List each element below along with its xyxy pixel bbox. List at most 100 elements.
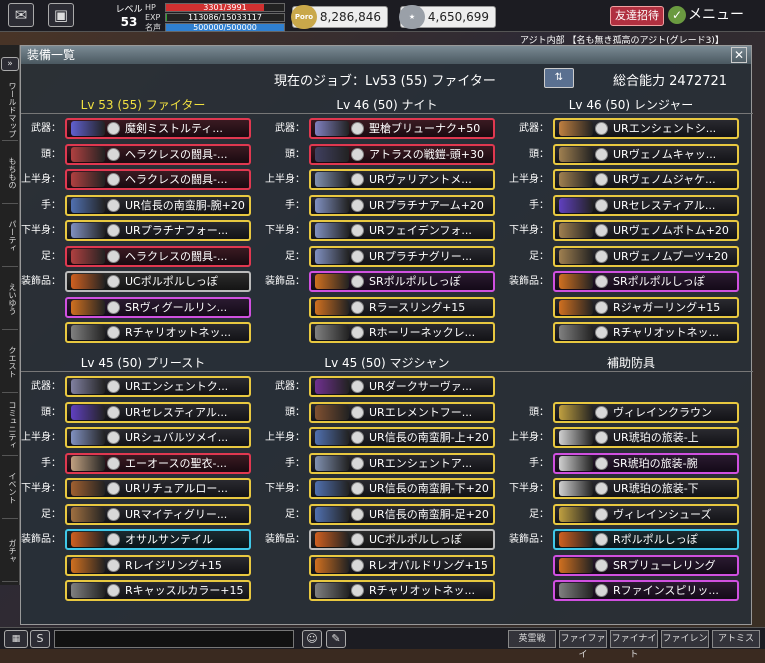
wrench-icon[interactable]: ✎ xyxy=(326,630,346,648)
gear-icon xyxy=(351,147,364,161)
equip-item[interactable]: ヴィレインシューズ xyxy=(553,503,739,525)
bottom-tab-button[interactable]: ファイファイ xyxy=(559,630,607,660)
chat-input[interactable] xyxy=(54,630,294,648)
bottom-tab-button[interactable]: ファイレン xyxy=(661,630,709,648)
bottom-tab-button[interactable]: アトミス xyxy=(712,630,760,648)
equip-item[interactable]: URヴァリアントメ... xyxy=(309,169,495,190)
equip-item[interactable]: UR琥珀の旅装-下 xyxy=(553,478,739,499)
fame-label: 名声 xyxy=(145,23,161,32)
slot-label: 手： xyxy=(41,457,61,469)
equip-item[interactable]: URプラチナアーム+20 xyxy=(309,194,495,216)
slot-label: 足： xyxy=(529,250,549,262)
equip-item[interactable]: URマイティグリー... xyxy=(65,503,251,525)
expand-icon[interactable]: » xyxy=(1,57,19,71)
sidebar-tab[interactable]: パーティ xyxy=(2,205,18,267)
equip-item[interactable]: SR琥珀の旅装-腕 xyxy=(553,452,739,474)
equip-item[interactable]: UR信長の南蛮胴-上+20 xyxy=(309,427,495,448)
equip-item[interactable]: 魔剣ミストルティ... xyxy=(65,118,251,139)
equip-item[interactable]: SRヴィグールリン... xyxy=(65,296,251,318)
equip-item[interactable]: Rラースリング+15 xyxy=(309,296,495,318)
equip-item[interactable]: URエレメントフー... xyxy=(309,401,495,423)
equip-item[interactable]: ヴィレインクラウン xyxy=(553,401,739,423)
equip-item[interactable]: UR信長の南蛮胴-足+20 xyxy=(309,503,495,525)
equip-row: 上半身： URヴァリアントメ... xyxy=(265,169,509,191)
equip-item[interactable]: URヴェノムジャケ... xyxy=(553,169,739,190)
equip-item[interactable]: SRブリューレリング xyxy=(553,554,739,576)
invite-friend-button[interactable]: 友達招待 xyxy=(610,6,664,26)
equip-row: 武器： URダークサーヴァ... xyxy=(265,376,509,398)
equip-item[interactable]: アトラスの戦鎧-頭+30 xyxy=(309,143,495,165)
item-name: URセレスティアル... xyxy=(125,405,228,419)
menu-button[interactable]: ✓ メニュー xyxy=(668,4,760,26)
equip-item[interactable]: UCポルポルしっぽ xyxy=(309,529,495,550)
slot-label: 足： xyxy=(41,250,61,262)
item-icon xyxy=(71,506,105,522)
check-icon: ✓ xyxy=(668,6,686,24)
equip-item[interactable]: SRポルポルしっぽ xyxy=(309,271,495,292)
equip-item[interactable]: ヘラクレスの闘具-... xyxy=(65,143,251,165)
gear-icon xyxy=(107,198,120,212)
close-icon[interactable]: ✕ xyxy=(731,47,747,63)
equip-item[interactable]: URセレスティアル... xyxy=(553,194,739,216)
equip-item[interactable]: ヘラクレスの闘具-... xyxy=(65,169,251,190)
equip-item[interactable]: Rレイジリング+15 xyxy=(65,554,251,576)
equip-item[interactable]: UR琥珀の旅装-上 xyxy=(553,427,739,448)
equip-item[interactable]: URセレスティアル... xyxy=(65,401,251,423)
equip-item[interactable]: URエンシェントシ... xyxy=(553,118,739,139)
item-icon xyxy=(559,146,593,162)
bottom-tab-button[interactable]: 英霊戦 xyxy=(508,630,556,648)
equip-item[interactable]: UR信長の南蛮胴-下+20 xyxy=(309,478,495,499)
bottom-tab-button[interactable]: ファイナイト xyxy=(610,630,658,660)
gear-icon xyxy=(351,122,364,135)
equip-item[interactable]: URプラチナフォー... xyxy=(65,220,251,241)
equip-item[interactable]: Rチャリオットネッ... xyxy=(309,580,495,601)
section-title: Lv 46 (50) ナイト xyxy=(265,96,509,114)
equip-item[interactable]: UCポルポルしっぽ xyxy=(65,271,251,292)
chat-mode-button[interactable]: S xyxy=(30,630,50,648)
equip-item[interactable]: URヴェノムキャッ... xyxy=(553,143,739,165)
gear-icon xyxy=(107,558,120,572)
slot-label: 武器： xyxy=(275,123,305,134)
item-name: UR信長の南蛮胴-足+20 xyxy=(369,507,489,521)
equip-item[interactable]: URリチュアルロー... xyxy=(65,478,251,499)
sidebar-tab[interactable]: ガチャ xyxy=(2,520,18,582)
grid-icon[interactable]: ▦ xyxy=(4,630,28,648)
equip-item[interactable]: URヴェノムブーツ+20 xyxy=(553,245,739,267)
equip-item[interactable]: Rポルポルしっぽ xyxy=(553,529,739,550)
slot-label: 頭： xyxy=(529,406,549,418)
equip-item[interactable]: URエンシェントク... xyxy=(65,376,251,397)
sidebar-tab[interactable]: クエスト xyxy=(2,331,18,393)
mail-icon[interactable]: ✉ xyxy=(8,3,34,27)
equip-item[interactable]: Rホーリーネックレ... xyxy=(309,322,495,343)
equip-item[interactable]: Rチャリオットネッ... xyxy=(65,322,251,343)
sidebar-tab[interactable]: えいゆう xyxy=(2,268,18,330)
chat-window-icon[interactable]: ▣ xyxy=(48,3,74,27)
equip-item[interactable]: URプラチナグリー... xyxy=(309,245,495,267)
equip-row: 武器： URエンシェントク... xyxy=(21,376,265,398)
equip-item[interactable]: URフェイデンフォ... xyxy=(309,220,495,241)
equip-item[interactable]: URヴェノムボトム+20 xyxy=(553,220,739,241)
slot-label: 足： xyxy=(529,508,549,520)
sidebar-tab[interactable]: コミュニティ xyxy=(2,394,18,456)
equip-item[interactable]: Rレオパルドリング+15 xyxy=(309,554,495,576)
equip-item[interactable]: Rキャッスルカラー+15 xyxy=(65,580,251,601)
equip-row: SRヴィグールリン... xyxy=(21,296,265,319)
equip-item[interactable]: URエンシェントア... xyxy=(309,452,495,474)
avatar-icon[interactable]: ☺ xyxy=(302,630,322,648)
equip-item[interactable]: オサルサンテイル xyxy=(65,529,251,550)
sidebar-tab[interactable]: もちもの xyxy=(2,142,18,204)
equip-item[interactable]: 聖槍ブリューナク+50 xyxy=(309,118,495,139)
equip-item[interactable]: URシュバルツメイ... xyxy=(65,427,251,448)
equip-item[interactable]: UR信長の南蛮胴-腕+20 xyxy=(65,194,251,216)
equip-item[interactable]: SRポルポルしっぽ xyxy=(553,271,739,292)
sidebar-tab[interactable]: イベント xyxy=(2,457,18,519)
equip-item[interactable]: Rジャガーリング+15 xyxy=(553,296,739,318)
equip-item[interactable]: Rファインスピリッ... xyxy=(553,580,739,601)
equip-item[interactable]: ヘラクレスの闘具-... xyxy=(65,245,251,267)
sidebar-tab[interactable]: ワールドマップ xyxy=(2,79,18,141)
job-select-button[interactable]: ⇅ xyxy=(544,68,574,88)
equip-item[interactable]: Rチャリオットネッ... xyxy=(553,322,739,343)
equip-item[interactable]: URダークサーヴァ... xyxy=(309,376,495,397)
equip-row: 下半身： URリチュアルロー... xyxy=(21,478,265,500)
equip-item[interactable]: エーオースの聖衣-... xyxy=(65,452,251,474)
